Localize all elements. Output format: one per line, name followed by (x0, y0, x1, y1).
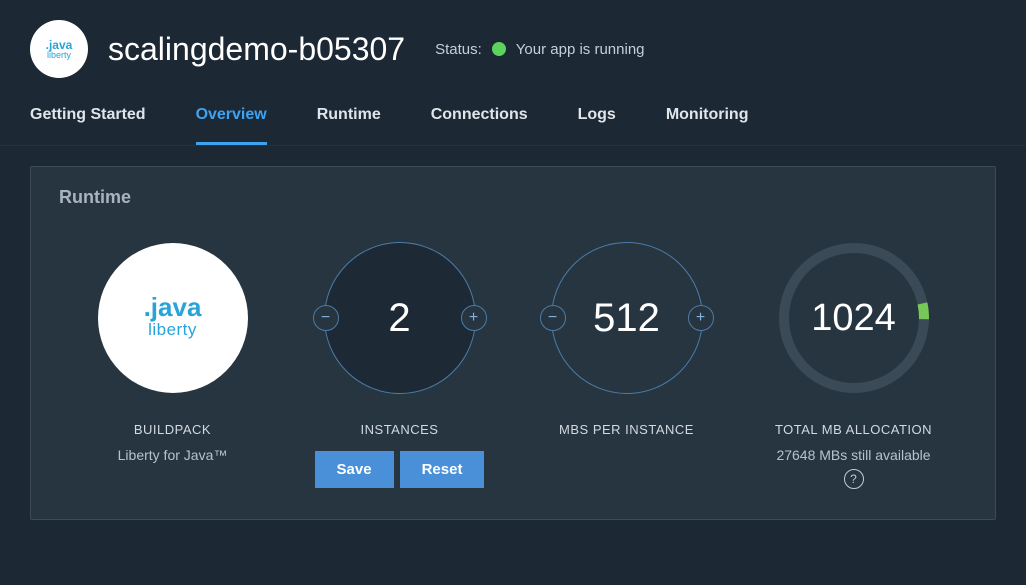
buildpack-logo-bottom: liberty (144, 320, 202, 340)
header: .java liberty scalingdemo-b05307 Status:… (0, 0, 1026, 88)
mbs-value: 512 (593, 296, 660, 341)
tab-monitoring[interactable]: Monitoring (666, 88, 749, 145)
tab-connections[interactable]: Connections (431, 88, 528, 145)
buildpack-name: Liberty for Java™ (118, 447, 228, 463)
allocation-available: 27648 MBs still available (776, 447, 930, 463)
app-icon: .java liberty (30, 20, 88, 78)
tab-overview[interactable]: Overview (196, 88, 267, 145)
buildpack-logo-top: .java (144, 296, 202, 319)
buildpack-label: BUILDPACK (134, 422, 211, 437)
allocation-card: 1024 TOTAL MB ALLOCATION 27648 MBs still… (740, 238, 967, 489)
allocation-label: TOTAL MB ALLOCATION (775, 422, 932, 437)
allocation-value: 1024 (774, 238, 934, 398)
app-icon-text-bottom: liberty (46, 51, 73, 60)
status-block: Status: Your app is running (435, 41, 644, 58)
status-label: Status: (435, 41, 482, 58)
save-button[interactable]: Save (315, 451, 394, 488)
help-icon[interactable]: ? (844, 469, 864, 489)
tab-getting-started[interactable]: Getting Started (30, 88, 146, 145)
instances-decrement-button[interactable]: − (313, 305, 339, 331)
allocation-gauge: 1024 (774, 238, 934, 398)
app-title: scalingdemo-b05307 (108, 31, 405, 68)
reset-button[interactable]: Reset (400, 451, 485, 488)
buildpack-card: .java liberty BUILDPACK Liberty for Java… (59, 238, 286, 463)
mbs-card: 512 − + MBS PER INSTANCE (513, 238, 740, 437)
mbs-increment-button[interactable]: + (688, 305, 714, 331)
tab-logs[interactable]: Logs (578, 88, 616, 145)
tab-runtime[interactable]: Runtime (317, 88, 381, 145)
instances-circle: 2 − + (324, 242, 476, 394)
instances-value: 2 (388, 296, 410, 341)
status-text: Your app is running (516, 41, 645, 58)
instances-increment-button[interactable]: + (461, 305, 487, 331)
instances-label: INSTANCES (361, 422, 439, 437)
tab-bar: Getting Started Overview Runtime Connect… (0, 88, 1026, 146)
buildpack-logo: .java liberty (98, 243, 248, 393)
runtime-panel: Runtime .java liberty BUILDPACK Liberty … (30, 166, 996, 520)
mbs-circle: 512 − + (551, 242, 703, 394)
mbs-label: MBS PER INSTANCE (559, 422, 694, 437)
mbs-decrement-button[interactable]: − (540, 305, 566, 331)
instances-card: 2 − + INSTANCES Save Reset (286, 238, 513, 488)
panel-title: Runtime (59, 187, 967, 208)
status-indicator-icon (492, 42, 506, 56)
